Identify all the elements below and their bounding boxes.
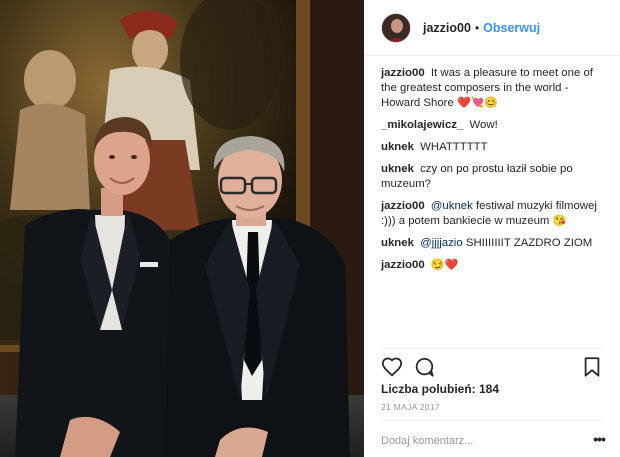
comment-author[interactable]: uknek: [381, 237, 414, 249]
comment-mention[interactable]: @uknek: [431, 200, 473, 212]
photo-illustration: [0, 0, 364, 457]
comment-mention[interactable]: @jjjjazio: [420, 237, 463, 249]
comment-item: uknek WHATTTTTT: [381, 140, 609, 155]
separator-dot: •: [474, 20, 480, 35]
comment-author[interactable]: jazzio00: [381, 67, 425, 79]
post-date: 21 MAJA 2017: [381, 402, 440, 412]
comment-emoji: 😏❤️: [430, 259, 459, 271]
follow-button[interactable]: Obserwuj: [483, 21, 540, 35]
comment-author[interactable]: uknek: [381, 163, 414, 175]
more-options-icon[interactable]: •••: [590, 430, 608, 448]
avatar-image: [382, 13, 410, 42]
comment-divider: [381, 420, 603, 421]
comment-emoji: 😘: [552, 215, 567, 227]
actions-divider: [381, 348, 603, 349]
comment-item: jazzio00 @uknek festiwal muzyki filmowej…: [381, 199, 609, 229]
comment-author[interactable]: uknek: [381, 141, 414, 153]
comment-author[interactable]: jazzio00: [381, 200, 425, 212]
post-actions: [381, 356, 603, 380]
post-side-panel: jazzio00 • Obserwuj jazzio00 It was a pl…: [364, 0, 620, 457]
comment-item: _mikolajewicz_ Wow!: [381, 118, 609, 133]
comment-item: jazzio00 😏❤️: [381, 258, 609, 273]
comment-text: Wow!: [469, 119, 498, 131]
comment-text: SHIIIIIIIT ZAZDRO ZIOM: [465, 237, 593, 249]
comment-item: uknek @jjjjazio SHIIIIIIIT ZAZDRO ZIOM: [381, 236, 609, 251]
likes-count[interactable]: Liczba polubień: 184: [381, 382, 499, 396]
comments-list: jazzio00 It was a pleasure to meet one o…: [381, 66, 609, 280]
post-header: jazzio00 • Obserwuj: [364, 0, 620, 56]
comment-author[interactable]: jazzio00: [381, 259, 425, 271]
bookmark-icon[interactable]: [581, 356, 603, 378]
heart-icon[interactable]: [381, 356, 403, 378]
add-comment-input[interactable]: [381, 432, 576, 450]
post-photo[interactable]: [0, 0, 364, 457]
comment-text: WHATTTTTT: [420, 141, 488, 153]
avatar[interactable]: [381, 12, 411, 43]
comment-bubble-icon[interactable]: [413, 356, 435, 378]
header-username[interactable]: jazzio00: [423, 21, 471, 35]
caption-comment: jazzio00 It was a pleasure to meet one o…: [381, 66, 609, 111]
comment-emoji: ❤️💘😊: [456, 97, 499, 109]
comment-item: uknek czy on po prostu łaził sobie po mu…: [381, 162, 609, 192]
comment-author[interactable]: _mikolajewicz_: [381, 119, 463, 131]
